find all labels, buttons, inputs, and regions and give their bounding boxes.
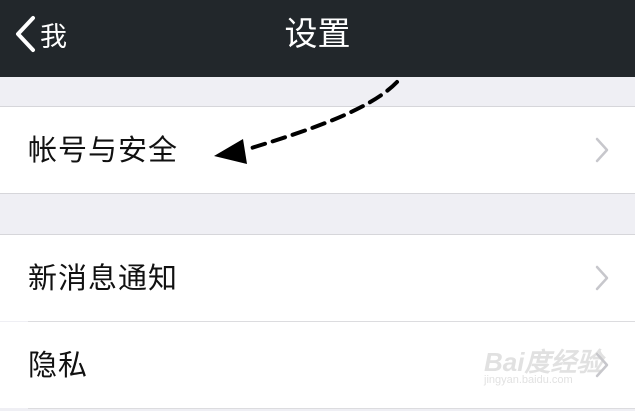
navigation-bar: 我 设置 — [0, 0, 635, 77]
chevron-right-icon — [595, 137, 609, 163]
settings-item-account-security[interactable]: 帐号与安全 — [0, 107, 635, 193]
watermark-sub: jingyan.baidu.com — [484, 374, 573, 386]
section-divider — [0, 193, 635, 194]
settings-item-label: 帐号与安全 — [28, 133, 179, 167]
page-title: 设置 — [284, 14, 351, 53]
settings-item-new-message-notification[interactable]: 新消息通知 — [0, 235, 635, 321]
watermark-logo: Bai度经验 jingyan.baidu.com — [484, 342, 612, 394]
settings-item-label: 隐私 — [28, 348, 89, 382]
chevron-right-icon — [595, 265, 609, 291]
row-separator — [28, 408, 635, 409]
settings-item-label: 新消息通知 — [28, 261, 179, 295]
